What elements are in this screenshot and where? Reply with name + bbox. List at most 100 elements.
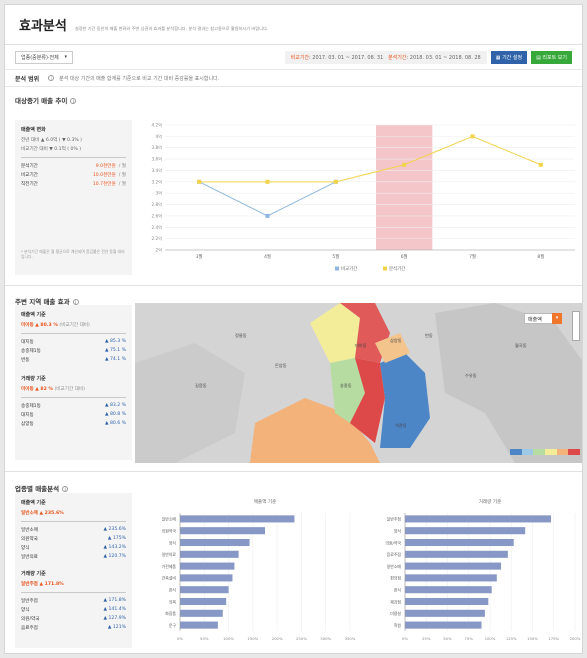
divider bbox=[21, 397, 126, 398]
report-button[interactable]: ▤ 리포트 보기 bbox=[531, 50, 572, 64]
x-tick-label: 0% bbox=[402, 636, 408, 641]
trend-section-title: 대상중기 매출 추이 i bbox=[5, 87, 582, 109]
map-place-label: 삼양동 bbox=[390, 338, 402, 343]
stat-row: 직전기간 10.7천만원 / 월 bbox=[21, 181, 126, 187]
stat-value: ▲ 171.8% bbox=[103, 598, 126, 603]
bar[interactable] bbox=[405, 550, 508, 558]
industry-bar-chart-2: 거래량 기준 0% 25% 50% 75% 100% 125% 150% 175% 200% 일반주… bbox=[360, 495, 582, 653]
category-label: 일반소매 bbox=[162, 517, 177, 522]
bar[interactable] bbox=[405, 527, 526, 535]
stat-row: 송중제1동 ▲ 75.1 % bbox=[21, 348, 126, 354]
y-tick-label: 2.6억 bbox=[151, 212, 162, 219]
info-icon[interactable]: i bbox=[48, 75, 55, 81]
category-label: 한식 bbox=[169, 587, 177, 592]
info-icon[interactable]: i bbox=[70, 98, 77, 104]
bar[interactable] bbox=[405, 586, 492, 594]
x-tick-label: 100% bbox=[485, 636, 496, 641]
bar[interactable] bbox=[405, 515, 552, 523]
data-point[interactable] bbox=[333, 179, 338, 184]
trend-summary-panel: 매출액 변화 전년 대비 ▲ 6.0억 ( ▼ 0.3% ) 비교기간 대비 ▼… bbox=[15, 120, 132, 275]
stat-label: 삼양동 bbox=[21, 422, 34, 427]
industry-bar-chart-1: 매출액 기준 0% 50% 100% 150% 200% 250% 300% 350% 일반소매 의… bbox=[135, 495, 357, 653]
x-tick-label: 175% bbox=[548, 636, 559, 641]
stat-unit: / 월 bbox=[118, 173, 126, 178]
data-point[interactable] bbox=[402, 162, 407, 167]
divider bbox=[21, 333, 126, 334]
map-place-label: 번동 bbox=[425, 333, 433, 338]
data-point[interactable] bbox=[265, 213, 270, 218]
trend-panel-head: 매출액 변화 bbox=[21, 127, 46, 133]
stat-row: 일반의료 ▲ 120.7% bbox=[21, 554, 126, 560]
divider bbox=[5, 285, 582, 286]
map-place-label: 석관동 bbox=[395, 423, 407, 428]
info-icon[interactable]: i bbox=[62, 486, 69, 492]
data-point[interactable] bbox=[470, 134, 475, 139]
stat-row: 일반소매 ▲ 235.6% bbox=[21, 527, 126, 533]
period-setting-button[interactable]: ▦ 기간 설정 bbox=[490, 50, 528, 64]
bar[interactable] bbox=[180, 515, 295, 523]
bar[interactable] bbox=[405, 562, 502, 570]
divider bbox=[5, 471, 582, 472]
region-map[interactable]: 매출액 ▾ 미아동 삼양동 송중동 번동 수유동 길음동 돈암동 정릉동 월곡동 석관동 bbox=[135, 303, 582, 463]
x-tick-label: 50% bbox=[200, 636, 209, 641]
y-tick-label: 2억 bbox=[155, 247, 162, 254]
bar[interactable] bbox=[405, 609, 485, 617]
x-tick-label: 4월 bbox=[264, 253, 271, 260]
bar-chart-svg: 매출액 기준 0% 50% 100% 150% 200% 250% 300% 350% 일반소매의… bbox=[162, 498, 356, 641]
region-summary-panel: 매출액 기준 미아동 ▲ 80.3 % (비교기간 대비) 대지동 ▲ 85.3 … bbox=[15, 305, 132, 460]
trend-chart: 2억 2.2억 2.4억 2.6억 2.8억 3억 3.2억 3.4억 3.6억 3.8억 4억 4.… bbox=[135, 117, 582, 283]
bar[interactable] bbox=[180, 609, 223, 617]
y-tick-label: 3억 bbox=[155, 190, 162, 197]
bar[interactable] bbox=[405, 538, 514, 547]
category-select-value: 업종(중분류)·전체 bbox=[21, 54, 59, 61]
x-tick-label: 8월 bbox=[537, 253, 544, 260]
bar[interactable] bbox=[180, 586, 229, 594]
bar[interactable] bbox=[180, 527, 265, 535]
category-label: 한식 bbox=[394, 587, 402, 592]
data-point[interactable] bbox=[538, 162, 543, 167]
category-label: 의원/약국 bbox=[385, 540, 401, 545]
map-color-legend bbox=[510, 449, 581, 455]
category-label: 제과점 bbox=[390, 599, 401, 604]
trend-footnote: * 분석기간 매출은 월 평균으로 계산되며 증감률은 전년 동월 대비입니다. bbox=[21, 249, 125, 259]
industry-hl1: 일반소매 ▲ 235.6% bbox=[21, 511, 64, 516]
industry-head2: 거래량 기준 bbox=[21, 571, 46, 577]
bar[interactable] bbox=[180, 562, 235, 570]
chart-title: 매출액 기준 bbox=[254, 498, 277, 505]
compare-period-value: : 2017. 03. 01 ~ 2017. 08. 31 bbox=[309, 54, 384, 61]
stat-value: ▲ 175% bbox=[107, 536, 126, 541]
bar[interactable] bbox=[405, 621, 482, 629]
map-metric-value: 매출액 bbox=[528, 317, 542, 323]
data-point[interactable] bbox=[197, 179, 202, 184]
category-label: 의원약국 bbox=[162, 528, 177, 533]
category-label: 화장품 bbox=[165, 611, 176, 616]
bar[interactable] bbox=[180, 597, 227, 606]
legend-label: 분석기간 bbox=[389, 265, 405, 272]
bar[interactable] bbox=[180, 621, 218, 629]
divider bbox=[21, 157, 126, 158]
category-select[interactable]: 업종(중분류)·전체 ▾ bbox=[15, 50, 73, 64]
stat-value: ▲ 127.9% bbox=[103, 616, 126, 621]
stat-row: 의원약국 ▲ 175% bbox=[21, 536, 126, 542]
stat-value: ▲ 235.6% bbox=[103, 527, 126, 532]
map-place-label: 정릉동 bbox=[235, 333, 247, 338]
chevron-down-icon[interactable]: ▾ bbox=[552, 313, 562, 324]
stat-row: 삼양동 ▲ 80.6 % bbox=[21, 421, 126, 427]
stat-value: ▲ 74.1 % bbox=[104, 357, 126, 362]
map-zoom-control[interactable] bbox=[572, 311, 580, 341]
x-tick-label: 150% bbox=[247, 636, 258, 641]
region-hl1: 미아동 ▲ 80.3 % bbox=[21, 323, 58, 328]
bar[interactable] bbox=[180, 574, 233, 582]
bar[interactable] bbox=[180, 550, 239, 558]
calendar-icon: ▦ bbox=[495, 54, 501, 61]
data-point[interactable] bbox=[265, 179, 270, 184]
bar[interactable] bbox=[405, 574, 497, 582]
bar[interactable] bbox=[405, 597, 489, 606]
compare-period-label: 비교기간 bbox=[290, 54, 310, 61]
bar[interactable] bbox=[180, 538, 250, 547]
category-label: 가전제품 bbox=[162, 564, 177, 569]
x-tick-label: 200% bbox=[570, 636, 581, 641]
period-display: 비교기간: 2017. 03. 01 ~ 2017. 08. 31 분석기간: … bbox=[284, 50, 487, 64]
legend-swatch bbox=[533, 449, 546, 455]
map-place-label: 월곡동 bbox=[515, 343, 527, 348]
